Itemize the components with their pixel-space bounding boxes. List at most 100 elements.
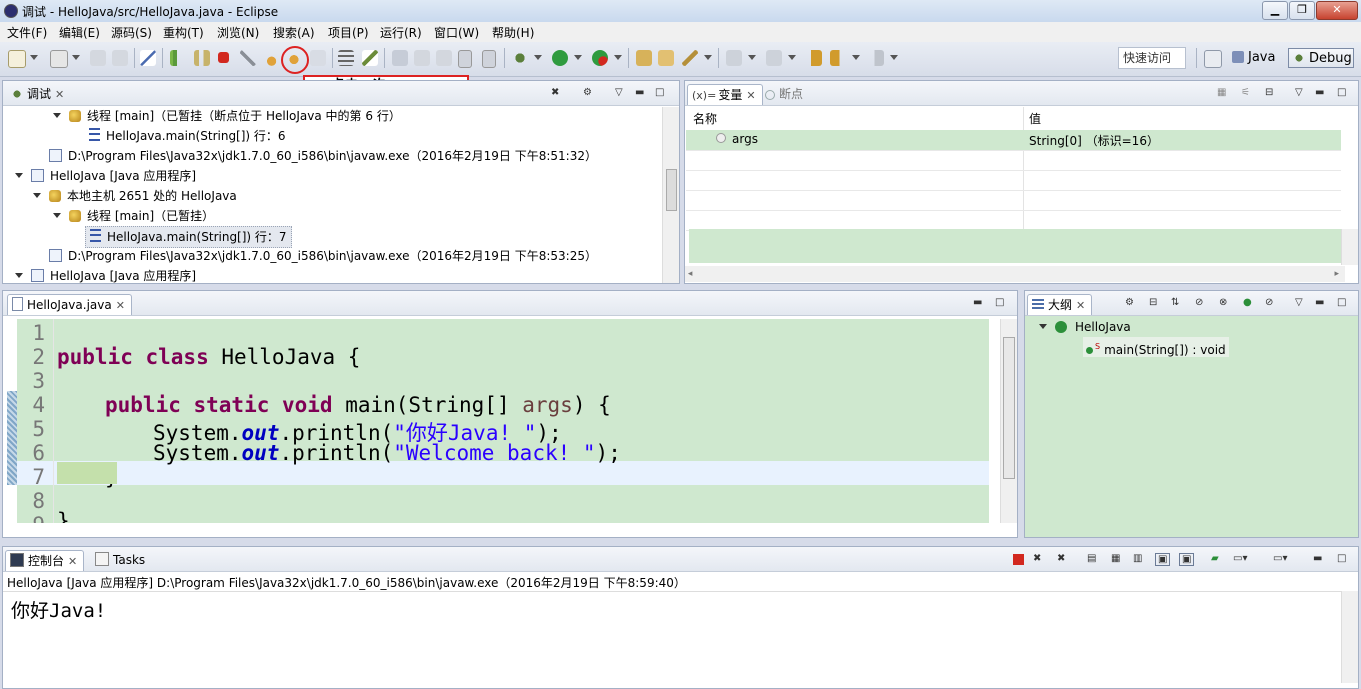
menu-run[interactable]: 运行(R) <box>378 24 424 41</box>
perspective-debug-button[interactable]: Debug <box>1288 48 1354 68</box>
terminate-icon[interactable] <box>218 52 229 63</box>
search-dropdown-icon[interactable] <box>704 55 712 60</box>
horizontal-scrollbar[interactable]: ◂ ▸ <box>685 266 1345 282</box>
tree-row-thread[interactable]: 线程 [main]（已暂挂（断点位于 HelloJava 中的第 6 行） <box>53 106 401 126</box>
external-tools-icon[interactable] <box>592 50 608 66</box>
pin-console-icon[interactable]: ▰ <box>1211 553 1219 564</box>
outline-class-row[interactable]: HelloJava <box>1039 317 1131 337</box>
block-selection-icon[interactable] <box>436 50 452 66</box>
maximize-button[interactable]: ❐ <box>1289 1 1315 20</box>
tree-row-vm[interactable]: 本地主机 2651 处的 HelloJava <box>33 186 237 206</box>
new-icon[interactable] <box>8 50 26 68</box>
scrollbar-thumb[interactable] <box>666 169 677 211</box>
menu-file[interactable]: 文件(F) <box>5 24 49 41</box>
maximize-view-icon[interactable]: □ <box>1337 553 1346 564</box>
save-all-icon[interactable] <box>112 50 128 66</box>
previous-annotation-dropdown-icon[interactable] <box>788 55 796 60</box>
expand-icon[interactable] <box>53 213 61 218</box>
display-console-icon[interactable]: ▭▾ <box>1233 553 1247 564</box>
open-folder-icon[interactable] <box>658 50 674 66</box>
expand-icon[interactable] <box>15 273 23 278</box>
close-button[interactable]: ✕ <box>1316 1 1358 20</box>
scrollbar-thumb[interactable] <box>1003 337 1015 479</box>
column-header-value[interactable]: 值 <box>1029 109 1041 129</box>
console-scrollbar[interactable] <box>1341 591 1358 683</box>
step-into-icon[interactable] <box>262 50 278 66</box>
minimize-view-icon[interactable]: ▬ <box>1315 297 1324 308</box>
terminate-icon[interactable] <box>1013 554 1024 565</box>
column-header-name[interactable]: 名称 <box>693 109 717 129</box>
expand-icon[interactable] <box>15 173 23 178</box>
tab-tasks[interactable]: Tasks <box>91 550 151 570</box>
show-logical-structure-icon[interactable]: ⚟ <box>1241 87 1250 98</box>
minimize-view-icon[interactable]: ▬ <box>973 297 982 308</box>
menu-source[interactable]: 源码(S) <box>109 24 154 41</box>
tree-row-process[interactable]: D:\Program Files\Java32x\jdk1.7.0_60_i58… <box>49 246 597 266</box>
use-step-filters-icon[interactable] <box>362 50 378 66</box>
maximize-view-icon[interactable]: □ <box>1337 297 1346 308</box>
maximize-view-icon[interactable]: □ <box>1337 87 1346 98</box>
detail-pane[interactable] <box>689 229 1341 263</box>
perspective-java-button[interactable]: Java <box>1232 48 1275 68</box>
collapse-all-icon[interactable]: ⊟ <box>1265 87 1273 98</box>
word-wrap-icon[interactable]: ▥ <box>1133 553 1142 564</box>
tree-row-launch[interactable]: HelloJava [Java 应用程序] <box>15 166 196 186</box>
focus-active-task-icon[interactable]: ⚙ <box>1125 297 1134 308</box>
expand-icon[interactable] <box>53 113 61 118</box>
detail-scrollbar[interactable] <box>1341 229 1358 265</box>
open-type-icon[interactable] <box>50 50 68 68</box>
show-whitespace-icon[interactable] <box>458 50 472 68</box>
view-dropdown-icon[interactable]: ▽ <box>1295 87 1303 98</box>
last-edit-location-icon[interactable] <box>806 50 822 66</box>
show-on-stdout-icon[interactable]: ▣ <box>1155 553 1171 566</box>
debug-dropdown-icon[interactable] <box>534 55 542 60</box>
expand-icon[interactable] <box>1039 324 1047 329</box>
open-dropdown-icon[interactable] <box>72 55 80 60</box>
quick-access-input[interactable]: 快速访问 <box>1118 47 1186 69</box>
external-tools-dropdown-icon[interactable] <box>614 55 622 60</box>
tree-row-launch[interactable]: HelloJava [Java 应用程序] <box>15 266 196 286</box>
tab-breakpoints[interactable]: 断点 <box>761 84 809 104</box>
forward-dropdown-icon[interactable] <box>890 55 898 60</box>
tab-console[interactable]: 控制台 ✕ <box>5 550 85 571</box>
remove-all-terminated-icon[interactable]: ✖ <box>1057 553 1065 564</box>
minimize-view-icon[interactable]: ▬ <box>635 87 644 98</box>
mark-occurrences-icon[interactable] <box>414 50 430 66</box>
next-annotation-dropdown-icon[interactable] <box>748 55 756 60</box>
search-icon[interactable] <box>682 50 698 66</box>
resume-icon[interactable] <box>170 50 189 66</box>
tab-variables[interactable]: (x)= 变量 ✕ <box>687 84 763 105</box>
drop-to-frame-icon[interactable] <box>338 50 354 66</box>
view-dropdown-icon[interactable]: ▽ <box>615 87 623 98</box>
menu-project[interactable]: 项目(P) <box>326 24 371 41</box>
new-dropdown-icon[interactable] <box>30 55 38 60</box>
minimize-button[interactable]: ▁ <box>1262 1 1288 20</box>
code-area[interactable]: 1 2 3 4 5 6 7 8 9 public class HelloJava… <box>17 319 989 523</box>
menu-search[interactable]: 搜索(A) <box>271 24 317 41</box>
hide-static-icon[interactable]: ⊗ <box>1219 297 1227 308</box>
outline-method-row[interactable]: Smain(String[]) : void <box>1083 337 1229 357</box>
run-dropdown-icon[interactable] <box>574 55 582 60</box>
collapse-all-icon[interactable]: ⊟ <box>1149 297 1157 308</box>
view-dropdown-icon[interactable]: ▽ <box>1295 297 1303 308</box>
toggle-breakpoint-icon[interactable] <box>392 50 408 66</box>
menu-edit[interactable]: 编辑(E) <box>57 24 102 41</box>
expand-icon[interactable] <box>33 193 41 198</box>
variable-row[interactable]: args <box>686 130 1341 151</box>
previous-annotation-icon[interactable] <box>766 50 782 66</box>
skip-breakpoints-icon[interactable] <box>140 50 156 66</box>
tree-row-thread[interactable]: 线程 [main]（已暂挂） <box>53 206 214 226</box>
show-source-icon[interactable] <box>482 50 496 68</box>
hide-fields-icon[interactable]: ⊘ <box>1195 297 1203 308</box>
open-perspective-icon[interactable] <box>1204 50 1222 68</box>
debug-icon[interactable] <box>512 50 528 66</box>
new-java-package-icon[interactable] <box>636 50 652 66</box>
remove-launch-icon[interactable]: ✖ <box>1033 553 1041 564</box>
back-dropdown-icon[interactable] <box>852 55 860 60</box>
hide-nonpublic-icon[interactable]: ● <box>1243 297 1252 308</box>
close-tab-icon[interactable]: ✕ <box>1076 299 1085 312</box>
next-annotation-icon[interactable] <box>726 50 742 66</box>
close-tab-icon[interactable]: ✕ <box>68 555 77 568</box>
scroll-lock-icon[interactable]: ▦ <box>1111 553 1120 564</box>
menu-navigate[interactable]: 浏览(N) <box>215 24 261 41</box>
